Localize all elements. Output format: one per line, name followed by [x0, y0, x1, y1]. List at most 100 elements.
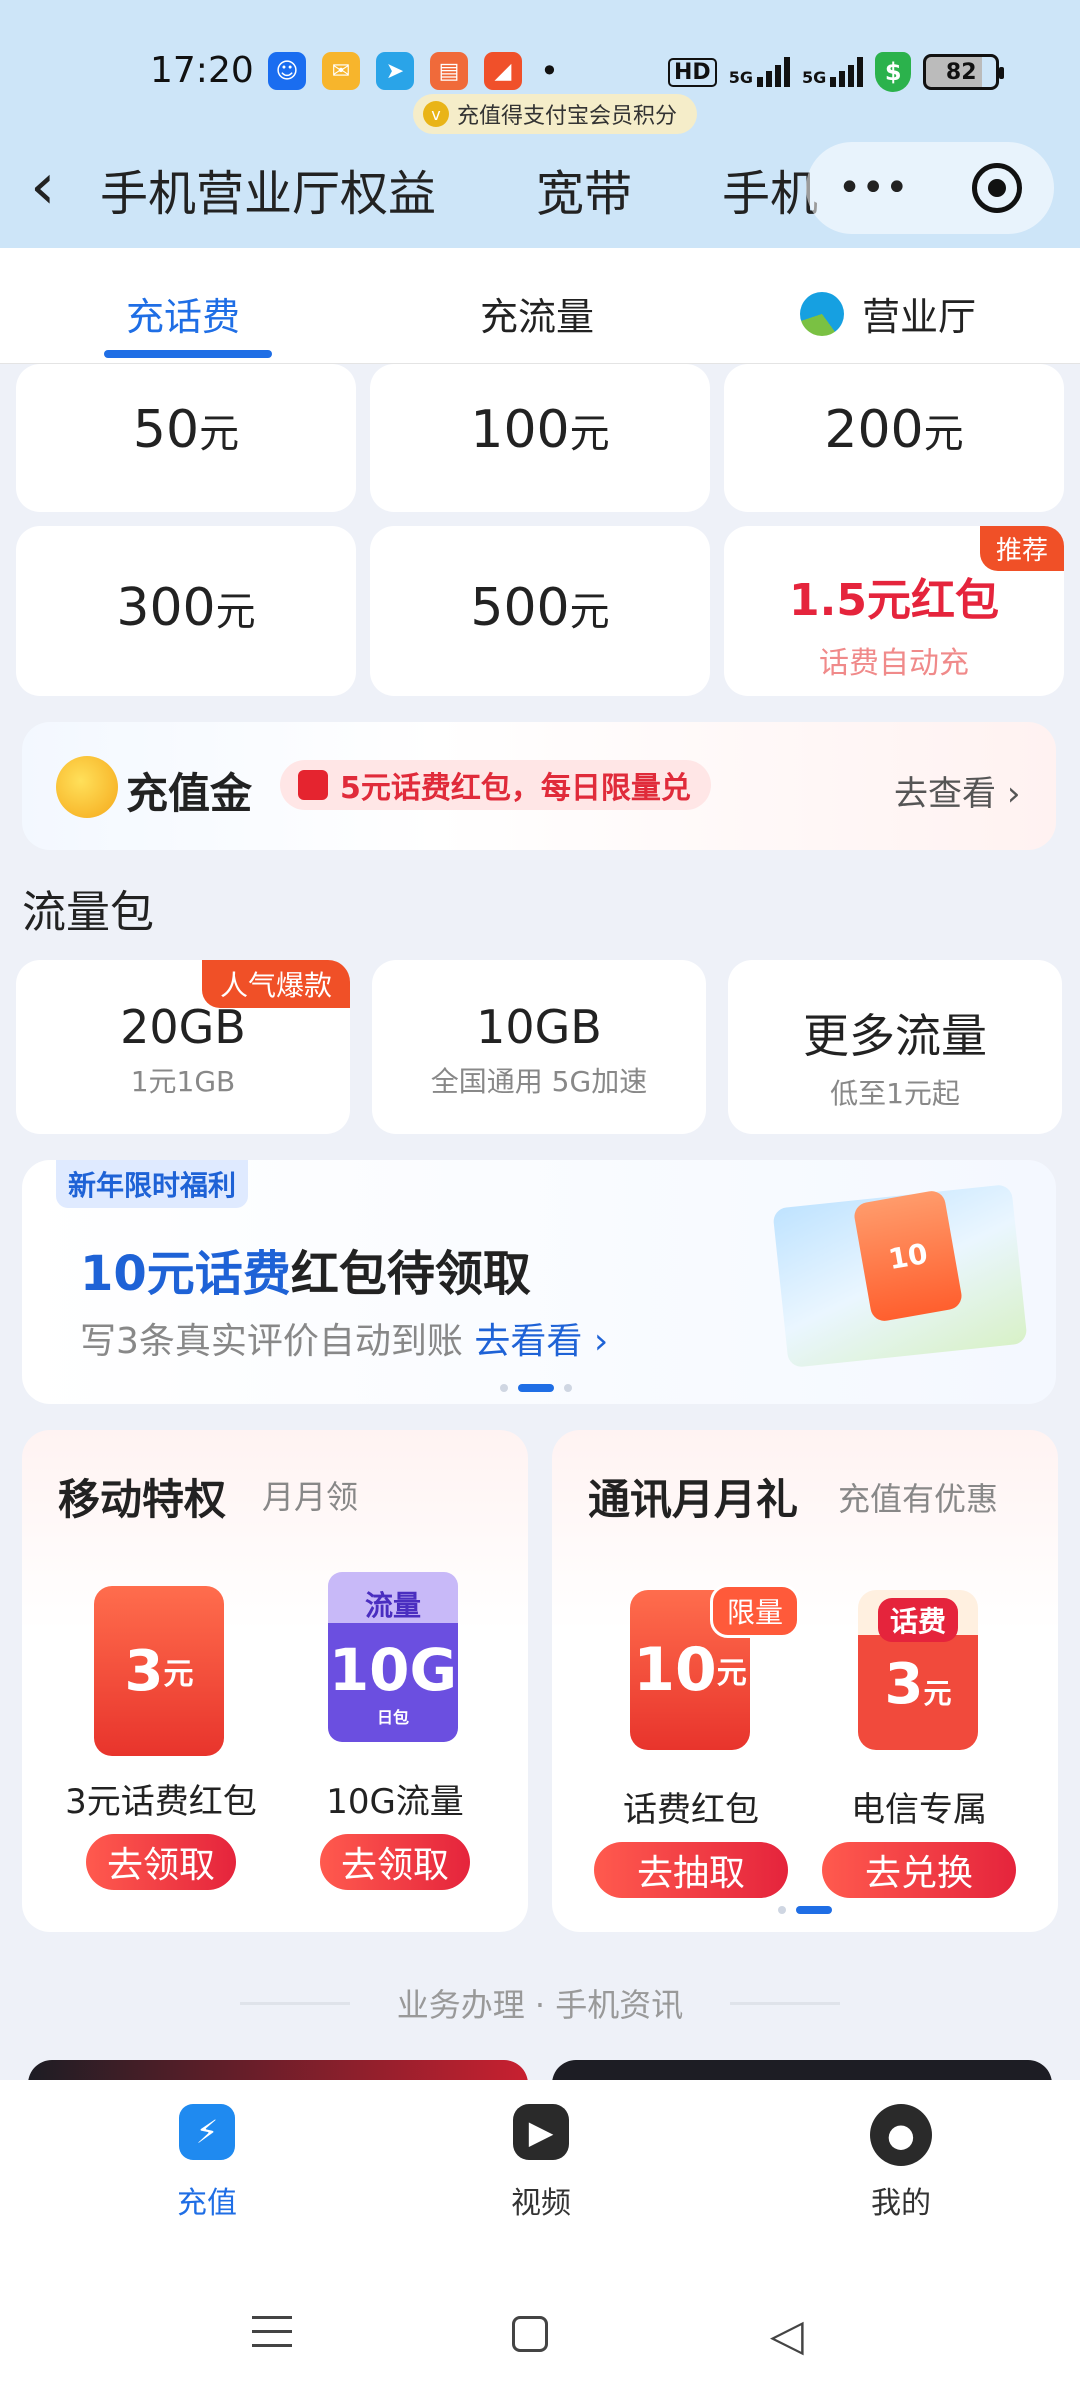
more-dots-icon[interactable]: ••• — [838, 165, 909, 211]
target-icon[interactable] — [972, 163, 1023, 213]
top-tab-hall[interactable]: 手机营业厅 — [100, 154, 340, 224]
baidu-app-icon: ☺ — [268, 52, 306, 90]
amount-value: 50 — [132, 400, 200, 460]
red-envelope-unit: 元 — [716, 1656, 747, 1691]
package-size: 20GB — [120, 1000, 246, 1054]
amount-value: 300 — [116, 578, 216, 638]
subtab-hall[interactable]: 营业厅 — [862, 286, 976, 341]
recommend-badge: 推荐 — [979, 526, 1064, 571]
home-icon[interactable] — [512, 2316, 548, 2352]
telegram-app-icon: ➤ — [376, 52, 414, 90]
item-label: 3元话费红包 — [65, 1782, 257, 1822]
claim-button[interactable]: 去领取 — [86, 1834, 236, 1890]
data-package-more[interactable]: 更多流量 低至1元起 — [728, 960, 1062, 1134]
menu-icon[interactable] — [252, 2316, 292, 2358]
data-package-10gb[interactable]: 10GB 全国通用 5G加速 — [372, 960, 706, 1134]
new-year-badge: 新年限时福利 — [56, 1160, 249, 1208]
top-tabs: 手机营业厅 权益 宽带 手机 — [100, 154, 858, 224]
lightning-icon: ⚡ — [179, 2104, 235, 2160]
red-envelope-icon — [298, 770, 328, 800]
divider-right — [730, 2002, 840, 2005]
item-label: 话费红包 — [623, 1790, 759, 1830]
battery-icon: 82 — [923, 54, 1005, 90]
gift-carousel-dots — [778, 1906, 832, 1914]
top-tab-phone[interactable]: 手机 — [722, 154, 818, 224]
amount-card-300[interactable]: 300元 — [16, 526, 356, 696]
duck-mascot-icon — [56, 756, 118, 818]
subtab-data[interactable]: 充流量 — [480, 286, 594, 341]
top-tab-rights[interactable]: 权益 — [340, 154, 436, 224]
package-desc: 低至1元起 — [830, 1077, 960, 1110]
claim-button[interactable]: 去领取 — [320, 1834, 470, 1890]
reader-app-icon: ▤ — [430, 52, 468, 90]
signal-icon-2 — [830, 57, 864, 87]
red-envelope-unit: 元 — [163, 1657, 194, 1692]
amount-card-100[interactable]: 100元 — [370, 364, 710, 512]
amount-card-200[interactable]: 200元 — [724, 364, 1064, 512]
promo-subtitle: 写3条真实评价自动到账 去看看 › — [80, 1312, 608, 1364]
subtab-active-indicator — [104, 350, 272, 358]
view-link-text: 去查看 — [894, 774, 996, 814]
footer-caption: 业务办理 · 手机资讯 — [396, 1986, 684, 2024]
top-tab-broadband[interactable]: 宽带 — [536, 154, 632, 224]
nav-label: 我的 — [871, 2186, 931, 2221]
item-label: 10G流量 — [326, 1782, 464, 1822]
data-package-title: 流量包 — [22, 887, 154, 938]
amount-value: 100 — [470, 400, 570, 460]
red-packet-title: 1.5元红包 — [789, 575, 999, 626]
promo-view-link[interactable]: 去看看 › — [474, 1321, 608, 1362]
status-time: 17:20 — [150, 50, 254, 91]
nav-mine[interactable]: ● 我的 — [846, 2104, 956, 2222]
draw-button[interactable]: 去抽取 — [594, 1842, 788, 1898]
charge-gold-offer: 5元话费红包，每日限量兑 — [280, 760, 711, 810]
data-package-20gb[interactable]: 人气爆款 20GB 1元1GB — [16, 960, 350, 1134]
amount-unit: 元 — [569, 589, 610, 635]
alipay-points-text: 充值得支付宝会员积分 — [457, 104, 678, 129]
nav-label: 充值 — [177, 2186, 237, 2221]
mail-app-icon: ✉ — [322, 52, 360, 90]
red-envelope-3yuan-icon: 3元 — [94, 1586, 224, 1756]
amount-unit: 元 — [923, 411, 964, 457]
item-label: 电信专属 — [851, 1790, 987, 1830]
subtab-recharge[interactable]: 充话费 — [126, 286, 240, 341]
notification-icons: ☺ ✉ ➤ ▤ ◢ — [268, 52, 522, 90]
amount-card-500[interactable]: 500元 — [370, 526, 710, 696]
red-envelope-value: 3 — [124, 1638, 164, 1704]
nav-video[interactable]: ▶ 视频 — [486, 2104, 596, 2222]
promo-title: 10元话费红包待领取 — [80, 1234, 531, 1304]
amount-unit: 元 — [569, 411, 610, 457]
amount-unit: 元 — [199, 411, 240, 457]
chevron-right-icon: › — [1006, 774, 1021, 814]
amount-value: 500 — [470, 578, 570, 638]
back-chevron-icon[interactable]: ‹ — [30, 150, 56, 224]
ticket-top: 流量 — [364, 1589, 421, 1622]
redeem-button[interactable]: 去兑换 — [822, 1842, 1016, 1898]
amount-value: 200 — [824, 400, 924, 460]
carousel-dots — [500, 1384, 572, 1392]
voucher-value: 3 — [884, 1652, 924, 1717]
security-shield-icon: $ — [875, 52, 912, 92]
red-envelope-value: 10 — [633, 1635, 717, 1705]
tv-icon: ▶ — [513, 2104, 569, 2160]
network-label-1: 5G — [728, 68, 753, 87]
charge-gold-view-link[interactable]: 去查看 › — [894, 766, 1020, 815]
alipay-points-pill[interactable]: v 充值得支付宝会员积分 — [413, 94, 698, 134]
system-status: HD 5G 5G $ 82 — [668, 52, 1005, 92]
voucher-top: 话费 — [877, 1598, 958, 1642]
telecom-voucher-icon: 话费 3元 — [858, 1590, 978, 1750]
person-icon: ● — [870, 2104, 932, 2166]
nav-recharge[interactable]: ⚡ 充值 — [152, 2104, 262, 2222]
hot-badge: 人气爆款 — [201, 960, 350, 1008]
mini-app-capsule: ••• — [806, 142, 1054, 234]
monthly-gift-subtitle: 充值有优惠 — [838, 1480, 999, 1518]
monthly-gift-title: 通讯月月礼 — [588, 1475, 799, 1524]
send-app-icon: ◢ — [484, 52, 522, 90]
data-ticket-10g-icon: 流量 10G 日包 — [328, 1572, 458, 1742]
amount-card-50[interactable]: 50元 — [16, 364, 356, 512]
nav-label: 视频 — [511, 2186, 571, 2221]
amount-card-red-packet[interactable]: 推荐 1.5元红包 话费自动充 — [724, 526, 1064, 696]
china-mobile-logo-icon — [800, 292, 844, 336]
vip-icon: v — [423, 101, 449, 127]
promo-link-text: 去看看 — [474, 1321, 583, 1362]
back-triangle-icon[interactable]: ◁ — [770, 2310, 804, 2361]
